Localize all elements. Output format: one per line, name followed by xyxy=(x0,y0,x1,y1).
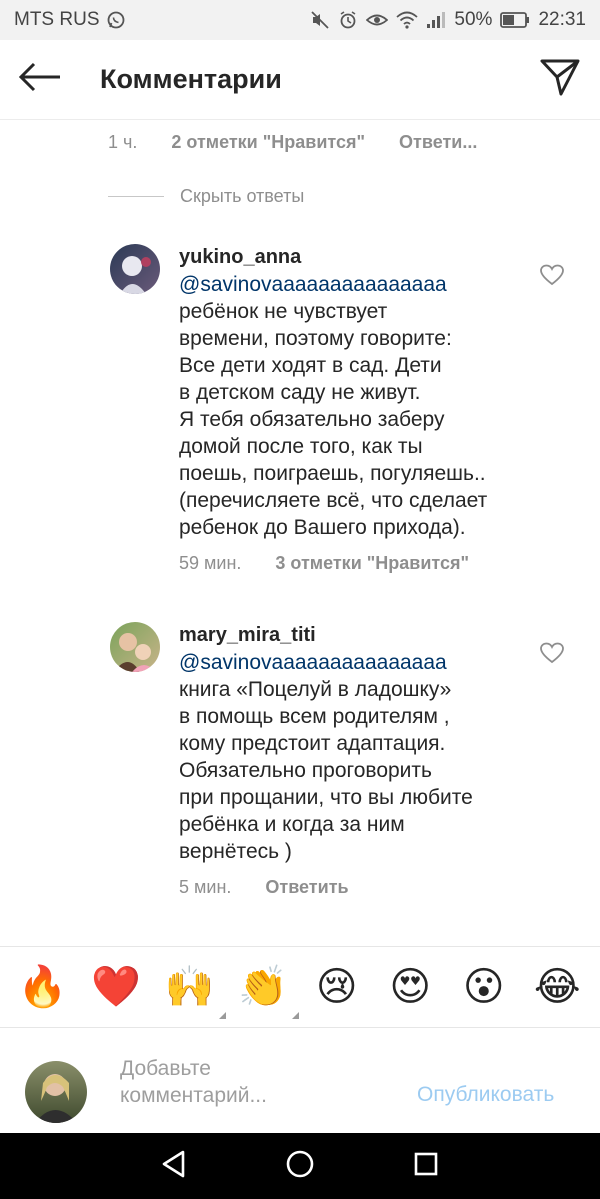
parent-likes-link[interactable]: 2 отметки "Нравится" xyxy=(171,132,365,153)
status-bar: MTS RUS 50% 22:31 xyxy=(0,0,600,40)
heart-eyes-emoji-button[interactable]: 😍 xyxy=(386,963,434,1011)
battery-percent: 50% xyxy=(454,9,493,30)
back-button[interactable] xyxy=(0,40,80,120)
clapping-hands-emoji-button[interactable]: 👏 xyxy=(238,963,300,1019)
comment-reply-button[interactable]: Ответить xyxy=(265,877,348,898)
comment-likes-link[interactable]: 3 отметки "Нравится" xyxy=(275,553,469,574)
android-navigation-bar xyxy=(0,1133,600,1199)
parent-comment-meta: 1 ч. 2 отметки "Нравится" Ответи... xyxy=(108,128,477,156)
top-bar: Комментарии xyxy=(0,40,600,120)
eye-icon xyxy=(366,10,389,30)
comment-mention[interactable]: @savinovaaaaaaaaaaaaaaa xyxy=(179,271,549,298)
page-title: Комментарии xyxy=(100,64,282,94)
carrier-label: MTS RUS xyxy=(14,9,100,30)
avatar[interactable] xyxy=(110,244,160,294)
status-time: 22:31 xyxy=(538,9,586,30)
heart-icon[interactable] xyxy=(540,642,564,664)
skin-tone-indicator-icon xyxy=(292,1012,300,1019)
tears-of-joy-emoji-button[interactable]: 😂 xyxy=(533,963,581,1011)
alarm-icon xyxy=(338,10,358,30)
comment-meta: 5 мин. Ответить xyxy=(179,877,549,898)
comment-username[interactable]: mary_mira_titi xyxy=(179,622,549,649)
comment-composer: Добавьте комментарий... Опубликовать xyxy=(0,1029,600,1133)
crying-face-emoji-button[interactable]: 😢 xyxy=(313,963,361,1011)
red-heart-emoji-button[interactable]: ❤️ xyxy=(91,963,141,1011)
battery-icon xyxy=(500,11,530,29)
nav-recents-icon[interactable] xyxy=(411,1149,441,1184)
comment-body: yukino_anna @savinovaaaaaaaaaaaaaaa ребё… xyxy=(179,244,549,574)
whatsapp-icon xyxy=(106,10,126,30)
heart-icon[interactable] xyxy=(540,264,564,286)
hide-replies-label: Скрыть ответы xyxy=(180,186,305,206)
nav-home-icon[interactable] xyxy=(285,1149,315,1184)
comment-text: книга «Поцелуй в ладошку» в помощь всем … xyxy=(179,678,473,863)
comment-input[interactable]: Добавьте комментарий... xyxy=(120,1055,380,1109)
direct-share-button[interactable] xyxy=(520,40,600,120)
quick-emoji-bar: 🔥 ❤️ 🙌 👏 😢 😍 😮 😂 xyxy=(0,946,600,1028)
comment-time: 5 мин. xyxy=(179,877,232,897)
hide-replies-button[interactable]: Скрыть ответы xyxy=(108,186,304,207)
comment-body: mary_mira_titi @savinovaaaaaaaaaaaaaaa к… xyxy=(179,622,549,898)
skin-tone-indicator-icon xyxy=(218,1012,226,1019)
signal-icon xyxy=(426,10,446,30)
clapping-hands-emoji: 👏 xyxy=(238,965,289,1009)
comment-mention[interactable]: @savinovaaaaaaaaaaaaaaa xyxy=(179,649,549,676)
comment-username[interactable]: yukino_anna xyxy=(179,244,549,271)
surprised-face-emoji-button[interactable]: 😮 xyxy=(460,963,508,1011)
publish-button[interactable]: Опубликовать xyxy=(417,1083,554,1107)
wifi-icon xyxy=(396,10,419,30)
raising-hands-emoji-button[interactable]: 🙌 xyxy=(164,963,226,1019)
parent-time: 1 ч. xyxy=(108,131,138,152)
current-user-avatar xyxy=(25,1061,87,1123)
comment-text: ребёнок не чувствует времени, поэтому го… xyxy=(179,300,488,539)
nav-back-icon[interactable] xyxy=(159,1149,189,1184)
divider-line xyxy=(108,196,164,197)
comment-time: 59 мин. xyxy=(179,553,242,573)
mute-icon xyxy=(310,10,330,30)
back-arrow-icon xyxy=(18,62,62,97)
reply-comment: mary_mira_titi @savinovaaaaaaaaaaaaaaa к… xyxy=(110,622,580,912)
comment-meta: 59 мин. 3 отметки "Нравится" xyxy=(179,553,549,574)
fire-emoji-button[interactable]: 🔥 xyxy=(18,963,68,1011)
raising-hands-emoji: 🙌 xyxy=(164,965,215,1009)
avatar[interactable] xyxy=(110,622,160,672)
reply-comment: yukino_anna @savinovaaaaaaaaaaaaaaa ребё… xyxy=(110,244,580,584)
parent-reply-button[interactable]: Ответи... xyxy=(399,132,477,153)
paper-plane-icon xyxy=(540,58,580,101)
